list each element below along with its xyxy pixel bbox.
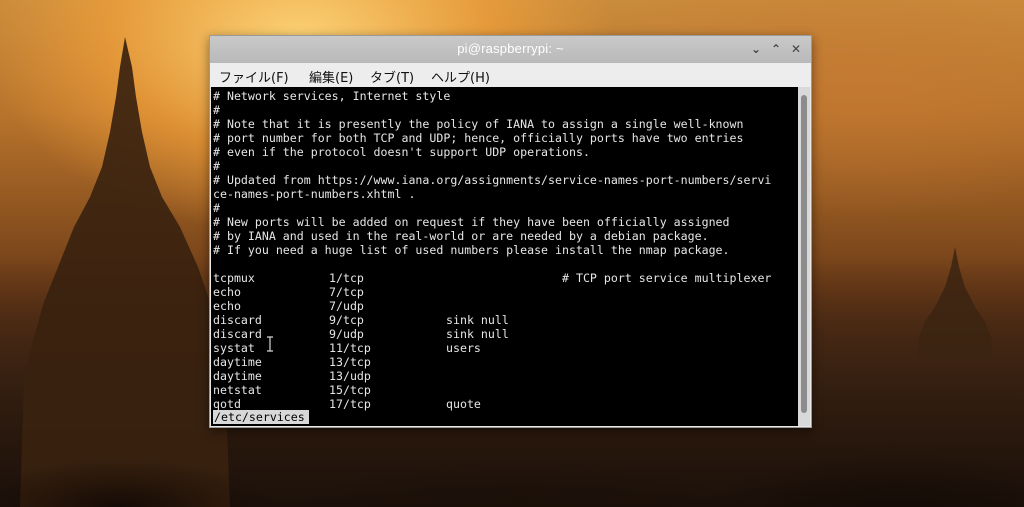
service-name: qotd bbox=[213, 397, 241, 411]
comment-line: # even if the protocol doesn't support U… bbox=[213, 145, 590, 159]
service-row: netstat 15/tcp bbox=[213, 383, 371, 397]
minimize-button[interactable]: ⌄ bbox=[748, 41, 764, 57]
service-comment: # TCP port service multiplexer bbox=[562, 271, 772, 285]
comment-line: # Updated from https://www.iana.org/assi… bbox=[213, 173, 772, 187]
comment-line: # by IANA and used in the real-world or … bbox=[213, 229, 709, 243]
service-name: discard bbox=[213, 327, 262, 341]
comment-line: # New ports will be added on request if … bbox=[213, 215, 730, 229]
comment-line: # port number for both TCP and UDP; henc… bbox=[213, 131, 744, 145]
service-name: daytime bbox=[213, 355, 262, 369]
comment-line: # bbox=[213, 159, 220, 173]
service-name: echo bbox=[213, 299, 241, 313]
service-row: daytime 13/tcp bbox=[213, 355, 371, 369]
menu-edit[interactable]: 編集(E) bbox=[309, 67, 353, 86]
service-name: tcpmux bbox=[213, 271, 255, 285]
close-button[interactable]: ✕ bbox=[788, 41, 804, 57]
menu-tabs[interactable]: タブ(T) bbox=[370, 67, 414, 86]
terminal-output[interactable]: # Network services, Internet style # # N… bbox=[211, 87, 798, 426]
service-port: 9/tcp bbox=[329, 313, 364, 327]
service-name: daytime bbox=[213, 369, 262, 383]
service-row: discard 9/tcp sink null bbox=[213, 313, 509, 327]
service-aliases: quote bbox=[446, 397, 481, 411]
service-port: 7/udp bbox=[329, 299, 364, 313]
menu-bar: ファイル(F) 編集(E) タブ(T) ヘルプ(H) bbox=[210, 63, 811, 87]
service-row: echo 7/udp bbox=[213, 299, 364, 313]
service-port: 7/tcp bbox=[329, 285, 364, 299]
service-row: discard 9/udp sink null bbox=[213, 327, 509, 341]
service-aliases: users bbox=[446, 341, 481, 355]
window-titlebar[interactable]: pi@raspberrypi: ~ ⌄ ⌃ ✕ bbox=[210, 36, 811, 63]
comment-line: # bbox=[213, 103, 220, 117]
service-port: 11/tcp bbox=[329, 341, 371, 355]
service-name: systat bbox=[213, 341, 255, 355]
service-name: netstat bbox=[213, 383, 262, 397]
terminal-window[interactable]: pi@raspberrypi: ~ ⌄ ⌃ ✕ ファイル(F) 編集(E) タブ… bbox=[209, 35, 812, 428]
service-name: echo bbox=[213, 285, 241, 299]
small-pagoda-silhouette bbox=[917, 247, 993, 357]
service-port: 9/udp bbox=[329, 327, 364, 341]
pager-status-line: /etc/services bbox=[213, 410, 309, 424]
maximize-button[interactable]: ⌃ bbox=[768, 41, 784, 57]
text-cursor-icon bbox=[267, 336, 273, 352]
service-port: 15/tcp bbox=[329, 383, 371, 397]
comment-line: # Network services, Internet style bbox=[213, 89, 451, 103]
comment-line: # Note that it is presently the policy o… bbox=[213, 117, 744, 131]
comment-line: ce-names-port-numbers.xhtml . bbox=[213, 187, 416, 201]
service-port: 13/tcp bbox=[329, 355, 371, 369]
service-aliases: sink null bbox=[446, 313, 509, 327]
terminal-scrollbar[interactable] bbox=[798, 87, 810, 426]
service-aliases: sink null bbox=[446, 327, 509, 341]
service-row: qotd 17/tcp quote bbox=[213, 397, 481, 411]
menu-file[interactable]: ファイル(F) bbox=[219, 67, 289, 86]
service-row: systat 11/tcp users bbox=[213, 341, 481, 355]
scrollbar-thumb[interactable] bbox=[801, 95, 807, 413]
service-name: discard bbox=[213, 313, 262, 327]
window-title: pi@raspberrypi: ~ bbox=[457, 41, 564, 56]
service-port: 1/tcp bbox=[329, 271, 364, 285]
menu-help[interactable]: ヘルプ(H) bbox=[431, 67, 490, 86]
comment-line: # bbox=[213, 201, 220, 215]
service-port: 17/tcp bbox=[329, 397, 371, 411]
service-row: tcpmux 1/tcp # TCP port service multiple… bbox=[213, 271, 771, 285]
comment-line: # If you need a huge list of used number… bbox=[213, 243, 730, 257]
service-row: echo 7/tcp bbox=[213, 285, 364, 299]
service-port: 13/udp bbox=[329, 369, 371, 383]
service-row: daytime 13/udp bbox=[213, 369, 371, 383]
